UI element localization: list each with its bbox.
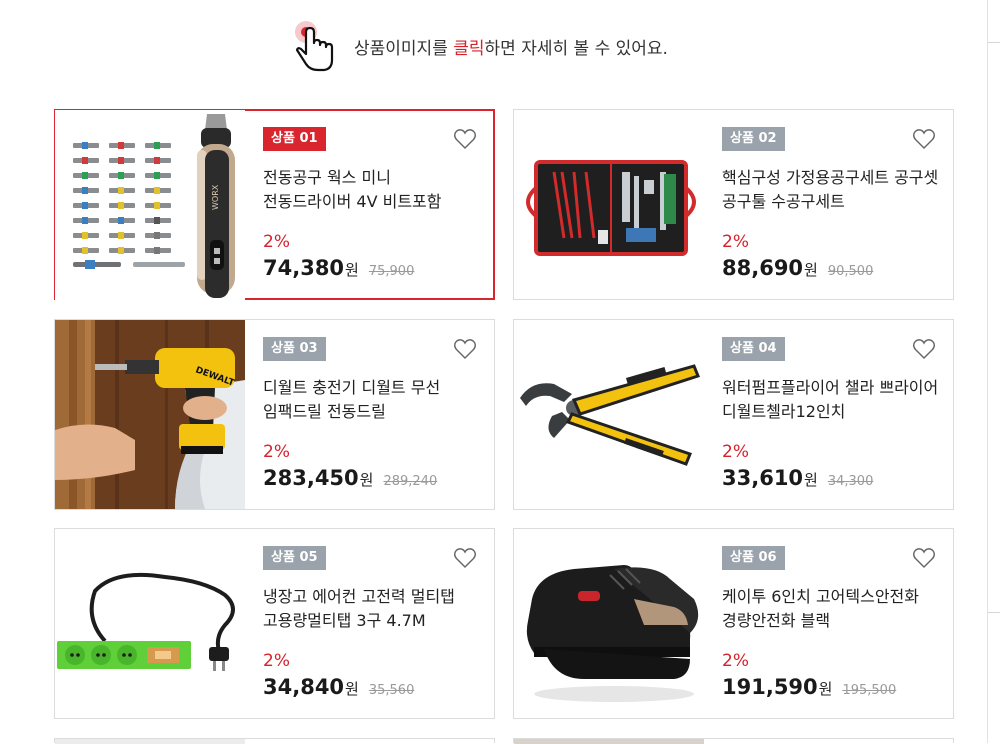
product-name[interactable]: 냉장고 에어컨 고전력 멀티탭 고용량멀티탭 3구 4.7M — [263, 585, 483, 633]
product-card-08-partial[interactable] — [513, 738, 954, 744]
power-strip-image — [55, 529, 245, 718]
product-image[interactable]: DEWALT — [55, 320, 245, 509]
sale-price: 74,380 — [263, 256, 345, 280]
price-row: 74,380원 75,900 — [263, 256, 414, 280]
original-price: 34,300 — [827, 474, 874, 489]
product-card-03[interactable]: DEWALT 상품 03 디월트 충전기 디월트 무선 임팩드릴 전동드릴 2%… — [54, 319, 495, 510]
product-image[interactable] — [514, 320, 704, 509]
original-price: 35,560 — [368, 683, 415, 698]
water-pump-pliers-image — [514, 320, 704, 509]
discount-rate: 2% — [263, 651, 290, 671]
discount-rate: 2% — [722, 651, 749, 671]
original-price: 75,900 — [368, 264, 415, 279]
hand-pointer-click-icon — [295, 21, 334, 72]
currency-unit: 원 — [345, 261, 359, 279]
currency-unit: 원 — [345, 680, 359, 698]
product-card-05[interactable]: 상품 05 냉장고 에어컨 고전력 멀티탭 고용량멀티탭 3구 4.7M 2% … — [54, 528, 495, 719]
product-name[interactable]: 핵심구성 가정용공구세트 공구셋 공구툴 수공구세트 — [722, 166, 942, 214]
product-badge: 상품 03 — [263, 337, 326, 361]
product-image[interactable] — [55, 739, 245, 744]
price-row: 33,610원 34,300 — [722, 466, 873, 490]
product-badge: 상품 02 — [722, 127, 785, 151]
cordless-drill-image: DEWALT — [55, 320, 245, 509]
product-image[interactable] — [55, 529, 245, 718]
sale-price: 34,840 — [263, 675, 345, 699]
product-badge: 상품 06 — [722, 546, 785, 570]
product-name[interactable]: 케이투 6인치 고어텍스안전화 경량안전화 블랙 — [722, 585, 942, 633]
original-price: 289,240 — [383, 474, 438, 489]
product-image[interactable] — [514, 110, 704, 299]
heart-wishlist-icon[interactable] — [912, 128, 936, 150]
discount-rate: 2% — [263, 442, 290, 462]
discount-rate: 2% — [263, 232, 290, 252]
sale-price: 33,610 — [722, 466, 804, 490]
hint-text-before: 상품이미지를 — [354, 39, 454, 59]
currency-unit: 원 — [818, 680, 833, 698]
hint-text-after: 하면 자세히 볼 수 있어요. — [484, 39, 668, 59]
hint-text-highlight: 클릭 — [453, 39, 485, 59]
right-scroll-rail — [987, 0, 1000, 743]
product-name[interactable]: 전동공구 웍스 미니 전동드라이버 4V 비트포함 — [263, 166, 483, 214]
product-card-02[interactable]: 상품 02 핵심구성 가정용공구세트 공구셋 공구툴 수공구세트 2% 88,6… — [513, 109, 954, 300]
product-badge: 상품 05 — [263, 546, 326, 570]
heart-wishlist-icon[interactable] — [912, 338, 936, 360]
product-badge: 상품 01 — [263, 127, 326, 151]
product-image[interactable] — [514, 529, 704, 718]
sale-price: 88,690 — [722, 256, 804, 280]
product-name[interactable]: 디월트 충전기 디월트 무선 임팩드릴 전동드릴 — [263, 376, 483, 424]
product-card-01[interactable]: WORX 상품 01 전동공구 웍스 미니 전동드라이버 4V 비트포함 2% … — [54, 109, 495, 301]
price-row: 191,590원 195,500 — [722, 675, 896, 699]
tool-set-case-image — [514, 110, 704, 299]
product-badge: 상품 04 — [722, 337, 785, 361]
sale-price: 283,450 — [263, 466, 359, 490]
original-price: 90,500 — [827, 264, 874, 279]
product-card-04[interactable]: 상품 04 워터펌프플라이어 챌라 쁘라이어 디월트첼라12인치 2% 33,6… — [513, 319, 954, 510]
heart-wishlist-icon[interactable] — [912, 547, 936, 569]
price-row: 88,690원 90,500 — [722, 256, 873, 280]
discount-rate: 2% — [722, 232, 749, 252]
sale-price: 191,590 — [722, 675, 818, 699]
product-image[interactable] — [514, 739, 704, 744]
svg-text:WORX: WORX — [211, 184, 220, 210]
hint-text: 상품이미지를 클릭하면 자세히 볼 수 있어요. — [354, 34, 668, 59]
rail-divider — [988, 612, 1000, 613]
heart-wishlist-icon[interactable] — [453, 338, 477, 360]
safety-shoes-image — [514, 529, 704, 718]
product-name[interactable]: 워터펌프플라이어 챌라 쁘라이어 디월트첼라12인치 — [722, 376, 942, 424]
product-card-06[interactable]: 상품 06 케이투 6인치 고어텍스안전화 경량안전화 블랙 2% 191,59… — [513, 528, 954, 719]
price-row: 283,450원 289,240 — [263, 466, 437, 490]
currency-unit: 원 — [804, 471, 818, 489]
heart-wishlist-icon[interactable] — [453, 128, 477, 150]
click-hint: 상품이미지를 클릭하면 자세히 볼 수 있어요. — [0, 18, 1000, 74]
discount-rate: 2% — [722, 442, 749, 462]
product-card-07-partial[interactable] — [54, 738, 495, 744]
price-row: 34,840원 35,560 — [263, 675, 414, 699]
product-image[interactable]: WORX — [55, 110, 245, 301]
screwdriver-kit-image: WORX — [55, 110, 245, 301]
currency-unit: 원 — [804, 261, 818, 279]
original-price: 195,500 — [842, 683, 897, 698]
currency-unit: 원 — [359, 471, 374, 489]
heart-wishlist-icon[interactable] — [453, 547, 477, 569]
